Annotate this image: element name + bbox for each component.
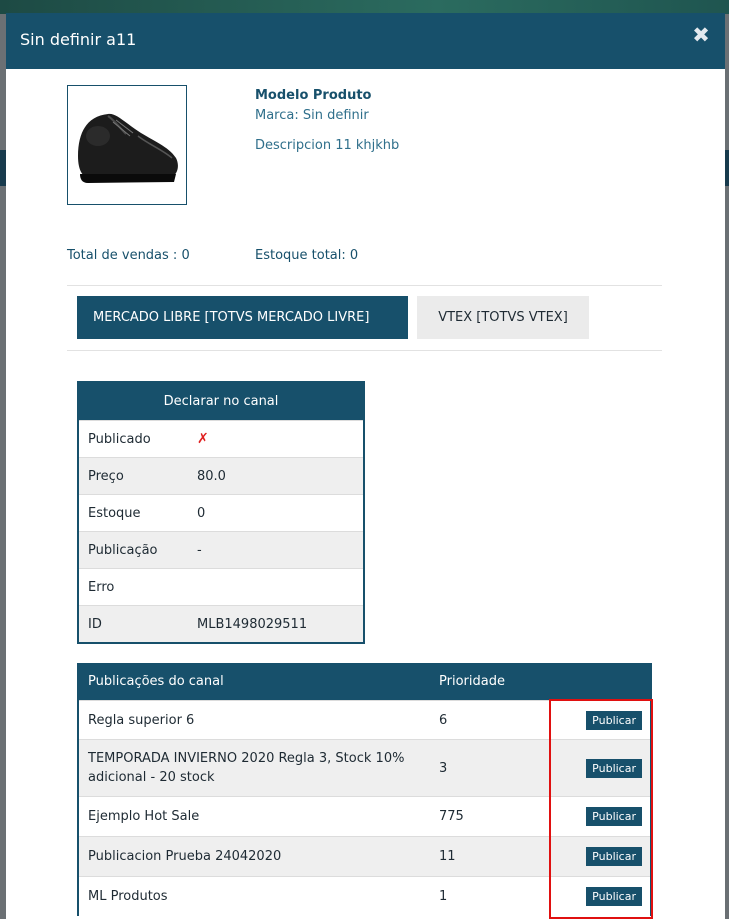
row-label: Publicado <box>88 431 151 447</box>
column-header-priority: Prioridade <box>439 674 505 689</box>
publish-button[interactable]: Publicar <box>586 710 642 730</box>
product-modal: Sin definir a11 ✖ Modelo Produto Marca: … <box>6 13 725 919</box>
table-row: Ejemplo Hot Sale 775 Publicar <box>79 796 650 836</box>
publish-button[interactable]: Publicar <box>586 807 642 826</box>
publish-button[interactable]: Publicar <box>586 847 642 866</box>
column-header-publications: Publicações do canal <box>88 674 224 689</box>
table-row: Publicacion Prueba 24042020 11 Publicar <box>79 836 650 876</box>
row-label: Preço <box>88 468 124 484</box>
row-label: Publicação <box>88 542 158 558</box>
table-row: Publicado ✗ <box>79 420 363 457</box>
divider-top <box>67 285 662 286</box>
publications-table-header: Publicações do canal Prioridade <box>79 663 650 700</box>
publication-priority: 775 <box>439 809 464 824</box>
row-value: MLB1498029511 <box>197 616 308 632</box>
divider-bottom <box>67 350 662 351</box>
declare-table: Declarar no canal Publicado ✗ Preço 80.0… <box>77 381 365 644</box>
publication-name: Regla superior 6 <box>88 712 195 728</box>
close-icon[interactable]: ✖ <box>691 25 711 46</box>
publication-name: TEMPORADA INVIERNO 2020 Regla 3, Stock 1… <box>88 751 405 785</box>
product-brand: Marca: Sin definir <box>255 108 369 123</box>
publication-name: ML Produtos <box>88 889 168 904</box>
declare-table-header: Declarar no canal <box>79 383 363 420</box>
publish-button[interactable]: Publicar <box>586 887 642 906</box>
modal-header: Sin definir a11 ✖ <box>6 13 725 69</box>
publications-table: Publicações do canal Prioridade Regla su… <box>77 663 652 916</box>
total-stock: Estoque total: 0 <box>255 248 359 263</box>
product-description: Descripcion 11 khjkhb <box>255 138 400 153</box>
row-label: ID <box>88 616 102 632</box>
publication-priority: 11 <box>439 849 456 864</box>
row-value: - <box>197 542 202 558</box>
publication-priority: 1 <box>439 889 448 904</box>
row-label: Erro <box>88 579 115 595</box>
table-row: Estoque 0 <box>79 494 363 531</box>
publication-name: Publicacion Prueba 24042020 <box>88 849 282 864</box>
tab-mercado-libre[interactable]: MERCADO LIBRE [TOTVS MERCADO LIVRE] <box>77 296 408 339</box>
publish-button[interactable]: Publicar <box>586 758 642 778</box>
table-row: Preço 80.0 <box>79 457 363 494</box>
row-label: Estoque <box>88 505 141 521</box>
tab-vtex[interactable]: VTEX [TOTVS VTEX] <box>417 296 589 339</box>
table-row: ML Produtos 1 Publicar <box>79 876 650 916</box>
table-row: ID MLB1498029511 <box>79 605 363 642</box>
publication-name: Ejemplo Hot Sale <box>88 809 200 824</box>
table-row: Publicação - <box>79 531 363 568</box>
publication-priority: 3 <box>439 760 448 776</box>
row-value: 80.0 <box>197 468 226 484</box>
product-model: Modelo Produto <box>255 88 372 103</box>
table-row: Regla superior 6 6 Publicar <box>79 700 650 739</box>
publication-priority: 6 <box>439 712 448 728</box>
backdrop-top <box>0 0 729 14</box>
table-row: Erro <box>79 568 363 605</box>
total-sales: Total de vendas : 0 <box>67 248 190 263</box>
modal-title: Sin definir a11 <box>20 30 137 49</box>
table-row: TEMPORADA INVIERNO 2020 Regla 3, Stock 1… <box>79 739 650 796</box>
product-image <box>67 85 187 205</box>
not-published-icon: ✗ <box>197 431 209 447</box>
shoe-icon <box>78 113 178 183</box>
row-value: 0 <box>197 505 206 521</box>
